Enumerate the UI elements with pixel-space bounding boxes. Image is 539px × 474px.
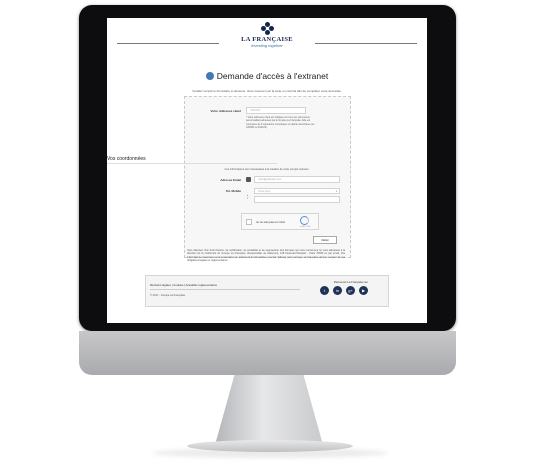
twitter-icon[interactable]: t <box>320 286 329 295</box>
monitor-chin <box>79 331 456 375</box>
footer-copyright: © 2017 - Groupe La Française <box>150 294 186 297</box>
monitor-stand-base <box>187 440 353 452</box>
envelope-icon <box>246 177 251 182</box>
client-ref-label: Votre référence client <box>210 109 241 113</box>
footer-links[interactable]: Mentions légales | Cookies | Actualités … <box>150 283 217 287</box>
linkedin-icon[interactable]: in <box>333 286 342 295</box>
recaptcha-label: Je ne suis pas un robot <box>256 220 285 224</box>
mobile-number-input[interactable] <box>254 196 340 203</box>
page-header: LA FRANÇAISE Investing together <box>107 18 427 64</box>
brand-logo-icon[interactable] <box>261 22 274 35</box>
email-input[interactable]: votre@adresse.com <box>254 176 340 183</box>
client-ref-input[interactable]: XXXXXX <box>246 107 306 114</box>
social-links: t in g+ ▶ <box>320 286 368 295</box>
monitor-stand-neck <box>215 375 323 445</box>
brand-name: LA FRANÇAISE <box>241 36 293 43</box>
page-intro: Veuillez remplir le formulaire ci-dessou… <box>192 89 342 93</box>
header-rule-right <box>315 43 417 44</box>
client-ref-hint: * Votre référence client est indiquée su… <box>246 116 316 129</box>
country-select[interactable]: Votre pays ▾ <box>254 188 340 194</box>
country-select-value: Votre pays <box>258 189 271 193</box>
youtube-icon[interactable]: ▶ <box>359 286 368 295</box>
chevron-down-icon: ▾ <box>335 189 337 193</box>
google-plus-icon[interactable]: g+ <box>346 286 355 295</box>
submit-button[interactable]: Valider <box>313 236 337 244</box>
recaptcha-brand: reCAPTCHA <box>299 226 311 228</box>
mobile-label: Tel. Mobile <box>225 189 241 193</box>
email-label: Adresse Email <box>220 178 241 182</box>
section-divider <box>107 163 277 164</box>
header-rule-left <box>117 43 219 44</box>
screen: LA FRANÇAISE Investing together Demande … <box>107 18 427 323</box>
recaptcha-logo-icon <box>300 216 309 225</box>
page-footer: Mentions légales | Cookies | Actualités … <box>145 275 389 307</box>
recaptcha-checkbox[interactable] <box>246 219 252 225</box>
brand-tagline: Investing together <box>251 43 283 48</box>
follow-label: Retrouvez La Française sur <box>333 280 369 284</box>
phone-prefix-stepper-icon[interactable]: ▴ ▾ <box>247 194 248 200</box>
page-title: Demande d'accès à l'extranet <box>216 71 329 81</box>
lock-icon <box>205 72 214 80</box>
recaptcha-widget: Je ne suis pas un robot reCAPTCHA <box>241 213 319 230</box>
footer-divider <box>150 289 300 290</box>
section-description: Ces informations sont nécessaires à la c… <box>224 168 309 171</box>
page-title-row: Demande d'accès à l'extranet <box>187 69 347 83</box>
section-title: Vos coordonnées <box>107 156 146 162</box>
privacy-notice: Vous disposez d'un droit d'accès, de rec… <box>187 249 345 263</box>
